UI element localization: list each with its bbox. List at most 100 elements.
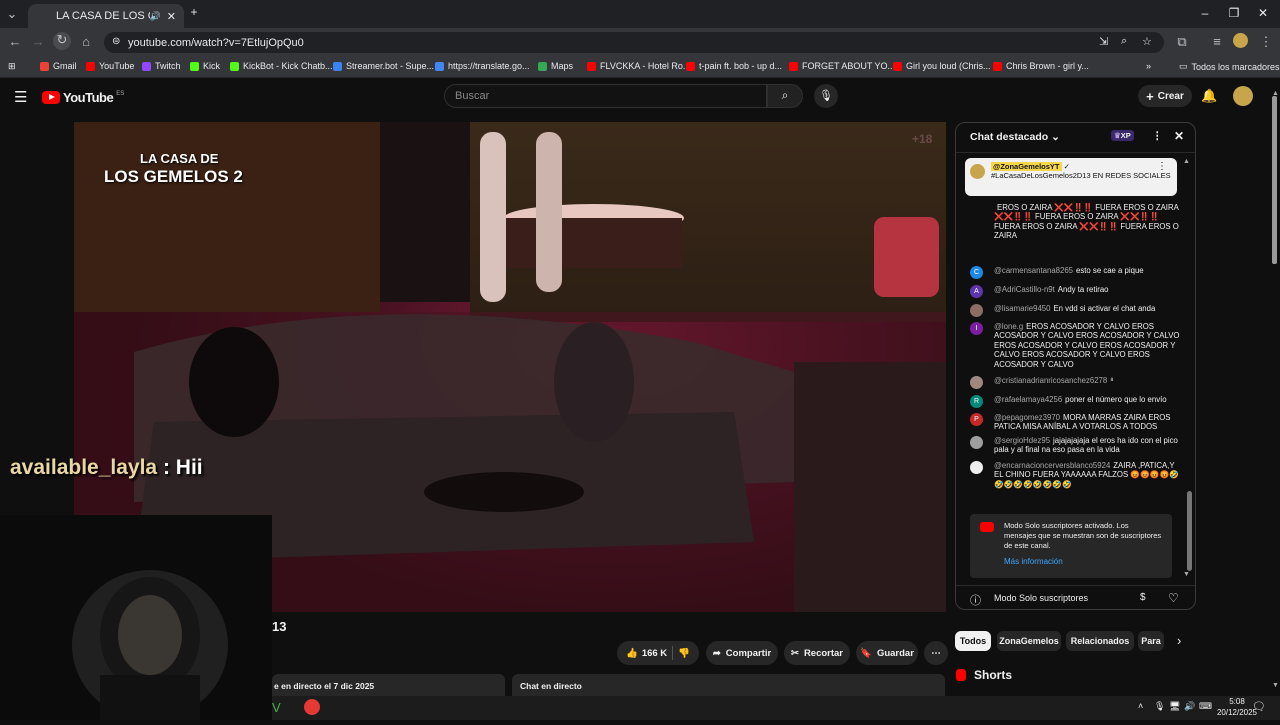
filter-chip[interactable]: ZonaGemelos [997, 631, 1061, 651]
restore-button[interactable]: ❐ [1224, 6, 1244, 20]
chat-avatar[interactable] [970, 304, 983, 317]
page-scrollbar-thumb[interactable] [1272, 96, 1277, 264]
install-icon[interactable]: ⇲ [1099, 35, 1108, 48]
youtube-logo[interactable]: YouTube ES [42, 90, 124, 105]
chat-avatar[interactable] [970, 376, 983, 389]
chat-author[interactable]: @lone.g [994, 322, 1023, 331]
chat-message[interactable]: A @AdriCastillo-n9t Andy ta retirao [970, 285, 1184, 298]
chrome-taskbar-icon[interactable] [304, 699, 320, 715]
money-icon[interactable]: $ [1140, 592, 1146, 603]
minimize-button[interactable]: – [1195, 6, 1215, 20]
create-button[interactable]: + Crear [1138, 85, 1192, 107]
bookmark-item[interactable]: FORGET ABOUT YO... [789, 61, 895, 71]
bookmark-item[interactable]: Kick [190, 61, 220, 71]
browser-tab[interactable]: LA CASA DE LOS GEMELOS 🔊 ✕ [28, 4, 184, 28]
notifications-bell-icon[interactable]: 🔔 [1201, 88, 1217, 104]
voice-search-button[interactable]: 🎙 [814, 84, 838, 108]
scroll-up-icon[interactable]: ▲ [1183, 158, 1190, 165]
bookmark-item[interactable]: Streamer.bot - Supe... [333, 61, 434, 71]
pinned-more-icon[interactable]: ⋮ [1157, 162, 1167, 172]
bookmark-item[interactable]: Maps [538, 61, 573, 71]
chat-author[interactable]: @sergioHdez95 [994, 436, 1050, 445]
filter-chip[interactable]: Para [1138, 631, 1164, 651]
chat-author[interactable]: @carmensantana8265 [994, 266, 1073, 275]
page-scroll-down-icon[interactable]: ▼ [1272, 682, 1279, 689]
chat-scrollbar[interactable] [1187, 491, 1192, 571]
chat-author[interactable]: @cristianadrianricosanchez6278 [994, 376, 1107, 385]
extensions-icon[interactable]: ⧉ [1174, 34, 1190, 50]
chat-mode-dropdown[interactable]: Chat destacado ⌄ [970, 131, 1060, 143]
chat-author[interactable]: @encarnacioncerversblanco5924 [994, 461, 1110, 470]
chat-close-icon[interactable]: ✕ [1174, 129, 1184, 143]
chips-next-icon[interactable]: › [1177, 633, 1181, 648]
clip-button[interactable]: ✂ Recortar [784, 641, 850, 665]
chat-message[interactable]: R @rafaelamaya4256 poner el número que lo … [970, 395, 1184, 408]
chat-message[interactable]: C @carmensantana8265 esto se cae a pique [970, 266, 1184, 279]
tray-overflow-icon[interactable]: ˄ [1138, 701, 1143, 711]
bookmark-item[interactable]: Gmail [40, 61, 77, 71]
forward-icon[interactable]: → [30, 34, 46, 49]
search-input[interactable]: Buscar [444, 84, 767, 108]
bookmark-item[interactable]: KickBot - Kick Chatb... [230, 61, 333, 71]
chat-message[interactable]: @encarnacioncerversblanco5924 ZAIRA ,PATI… [970, 461, 1184, 489]
chat-message[interactable]: @cristianadrianricosanchez6278 ⁸ [970, 376, 1184, 389]
language-icon[interactable]: ⌨ [1199, 701, 1212, 712]
like-button[interactable]: 👍 166 K [626, 648, 667, 659]
zoom-icon[interactable]: ⌕ [1121, 35, 1127, 48]
home-icon[interactable]: ⌂ [78, 34, 94, 49]
back-icon[interactable]: ← [7, 34, 23, 49]
save-button[interactable]: 🔖 Guardar [856, 641, 918, 665]
site-info-icon[interactable]: ⊜ [112, 36, 120, 47]
chat-more-icon[interactable]: ⋮ [1152, 130, 1163, 142]
hamburger-menu-icon[interactable]: ☰ [14, 88, 27, 106]
chat-avatar[interactable]: P [970, 413, 983, 426]
filter-chip[interactable]: Todos [955, 631, 991, 651]
more-info-link[interactable]: Más información [1004, 557, 1063, 567]
star-icon[interactable]: ☆ [1142, 35, 1152, 48]
chat-message[interactable]: P @pepagomez3970 MORA MARRAS ZAIRA EROS PA… [970, 413, 1184, 432]
account-avatar[interactable] [1233, 86, 1253, 106]
notification-center-icon[interactable]: 🗨 [1252, 700, 1266, 713]
chat-avatar[interactable] [970, 461, 983, 474]
info-icon[interactable]: ⓘ [970, 592, 981, 608]
chat-message[interactable]: @sergioHdez95 jajajajajaja el eros ha ido… [970, 436, 1184, 455]
dislike-button[interactable]: 👎 [678, 648, 690, 659]
chat-message[interactable]: EROS O ZAIRA ❌❌‼️‼️ FUERA EROS O ZAIRA ❌… [970, 203, 1184, 241]
xp-badge[interactable]: ♛XP [1111, 130, 1134, 141]
bookmarks-overflow-icon[interactable]: » [1146, 61, 1151, 71]
tab-search-icon[interactable]: ⌄ [4, 6, 20, 22]
tab-close-icon[interactable]: ✕ [167, 10, 176, 23]
bookmark-item[interactable]: t-pain ft. bob - up d... [686, 61, 782, 71]
all-bookmarks[interactable]: ▭ Todos los marcadores [1179, 61, 1280, 72]
media-icon[interactable]: ≡ [1209, 34, 1225, 49]
tray-mic-icon[interactable]: 🎙 [1154, 701, 1165, 712]
filter-chip[interactable]: Relacionados [1066, 631, 1134, 651]
chat-avatar[interactable]: C [970, 266, 983, 279]
menu-icon[interactable]: ⋮ [1258, 34, 1274, 50]
more-actions-button[interactable]: ⋯ [924, 641, 948, 665]
profile-avatar[interactable] [1233, 33, 1248, 48]
chat-avatar[interactable]: R [970, 395, 983, 408]
new-tab-button[interactable]: + [184, 5, 204, 19]
address-bar[interactable]: ⊜ youtube.com/watch?v=7EtlujOpQu0 ⇲ ⌕ ☆ [104, 32, 1164, 53]
share-button[interactable]: ➦ Compartir [706, 641, 778, 665]
search-button[interactable]: ⌕ [767, 84, 803, 108]
chat-author[interactable]: @rafaelamaya4256 [994, 395, 1062, 404]
pinned-message[interactable]: @ZonaGemelosYT ✓ #LaCasaDeLosGemelos2D13… [965, 158, 1177, 196]
bookmark-item[interactable]: YouTube [86, 61, 134, 71]
bookmark-item[interactable]: Girl you loud (Chris... [893, 61, 991, 71]
volume-icon[interactable]: 🔊 [1184, 701, 1195, 712]
chat-avatar[interactable]: I [970, 322, 983, 335]
heart-icon[interactable]: ♡ [1168, 591, 1179, 605]
chat-author[interactable]: @AdriCastillo-n9t [994, 285, 1055, 294]
network-icon[interactable]: 🖥 [1169, 701, 1180, 712]
close-window-button[interactable]: ✕ [1253, 6, 1273, 20]
chat-message[interactable]: @lisamarie9450 En vdd si activar el chat … [970, 304, 1184, 317]
audio-icon[interactable]: 🔊 [150, 11, 161, 22]
chat-avatar[interactable]: A [970, 285, 983, 298]
chat-avatar[interactable] [970, 436, 983, 449]
bookmark-item[interactable]: Twitch [142, 61, 181, 71]
live-chat-replay-header[interactable]: Chat en directo [512, 674, 945, 696]
scroll-down-icon[interactable]: ▼ [1183, 571, 1190, 578]
bookmark-item[interactable]: https://translate.go... [435, 61, 530, 71]
